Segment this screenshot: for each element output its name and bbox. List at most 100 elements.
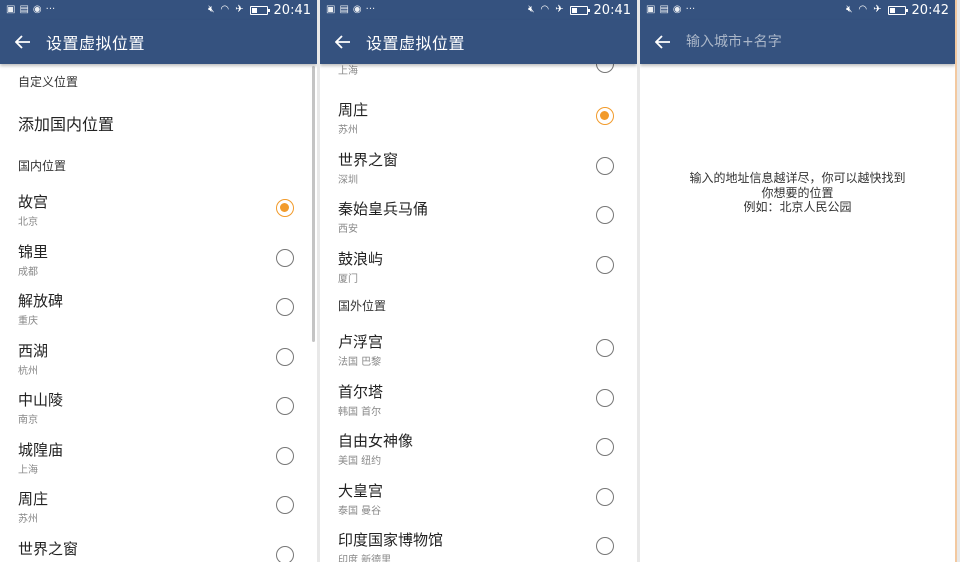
location-item[interactable]: 世界之窗深圳 — [0, 529, 317, 562]
location-item[interactable]: 城隍庙 上海 — [0, 430, 317, 480]
location-radio[interactable] — [596, 438, 614, 456]
location-name: 卢浮宫 — [338, 333, 384, 351]
location-radio[interactable] — [596, 388, 614, 407]
location-radio[interactable] — [276, 397, 294, 415]
location-list: 自定义位置 添加国内位置 国内位置 故宫 北京锦里成都解放碑 重庆 西湖 杭州中山陵南京… — [0, 64, 317, 562]
notification-icon: ▣ — [326, 4, 336, 15]
search-input[interactable] — [686, 34, 936, 50]
location-item[interactable]: 大皇宫 泰国 曼谷 — [320, 471, 637, 521]
page-title: 设置虚拟位置 — [366, 34, 466, 53]
location-radio[interactable] — [276, 545, 294, 562]
location-radio[interactable] — [276, 446, 294, 465]
location-item[interactable]: 故宫 北京 — [0, 182, 317, 232]
status-bar: ▣ ▤ ◉ ··· 🔇︎ ◠ ✈ 20:41 — [0, 0, 317, 20]
location-name: 世界之窗 — [18, 539, 79, 558]
location-name: 中山陵 — [18, 391, 64, 409]
location-radio[interactable] — [596, 156, 614, 175]
section-header-custom: 自定义位置 — [18, 74, 79, 89]
location-item[interactable]: 锦里 成都 — [0, 232, 317, 282]
notification-icon: ▤ — [659, 4, 669, 15]
page-title: 设置虚拟位置 — [46, 34, 146, 53]
location-city: 深圳 — [338, 174, 358, 186]
mute-icon: 🔇︎ — [528, 4, 535, 15]
location-item[interactable]: 自由女神像 美国 纽约 — [320, 421, 637, 471]
wifi-icon: ◠ — [858, 4, 868, 15]
airplane-icon: ✈ — [873, 4, 882, 15]
back-button[interactable] — [640, 20, 686, 64]
search-hint: 输入的地址信息越详尽，你可以越快找到 你想要的位置 例如：北京人民公园 — [640, 171, 955, 215]
location-radio[interactable] — [276, 347, 294, 366]
status-bar: ▣ ▤ ◉ ··· 🔇︎ ◠ ✈ 20:42 — [640, 0, 955, 20]
more-notifications-icon: ··· — [365, 4, 376, 15]
screen-location-list-scrolled: ▣ ▤ ◉ ··· 🔇︎ ◠ ✈ 20:41 设置虚拟位置 上海 周庄 苏州 世… — [320, 0, 637, 562]
location-radio[interactable] — [596, 255, 614, 274]
notification-icon: ▣ — [6, 4, 16, 15]
mute-icon: 🔇︎ — [208, 4, 215, 15]
hint-line: 你想要的位置 — [761, 185, 834, 200]
location-name: 自由女神像 — [338, 432, 414, 450]
scrollbar[interactable] — [312, 66, 315, 342]
hint-example: 例如：北京人民公园 — [743, 200, 852, 214]
location-name: 世界之窗 — [338, 150, 399, 169]
section-header-foreign: 国外位置 — [338, 298, 387, 313]
battery-icon — [569, 5, 590, 15]
mute-icon: 🔇︎ — [846, 4, 853, 15]
app-bar — [640, 20, 955, 64]
location-item[interactable]: 卢浮宫 法国 巴黎 — [320, 322, 637, 372]
location-city: 成都 — [18, 266, 38, 278]
location-name: 周庄 — [18, 490, 49, 508]
location-city: 南京 — [18, 415, 38, 426]
arrow-left-icon — [335, 35, 350, 49]
location-name: 城隍庙 — [18, 440, 64, 459]
wifi-icon: ◠ — [220, 4, 230, 15]
location-city: 北京 — [18, 217, 38, 228]
location-name: 秦始皇兵马俑 — [338, 200, 429, 218]
search-empty-state: 输入的地址信息越详尽，你可以越快找到 你想要的位置 例如：北京人民公园 — [640, 64, 955, 562]
section-header-domestic: 国内位置 — [18, 158, 67, 173]
location-radio[interactable] — [276, 199, 294, 217]
more-notifications-icon: ··· — [45, 4, 56, 15]
location-item[interactable]: 中山陵 南京 — [0, 380, 317, 430]
location-city: 苏州 — [338, 125, 358, 136]
back-button[interactable] — [320, 20, 366, 64]
airplane-icon: ✈ — [235, 4, 244, 15]
add-domestic-location-button[interactable]: 添加国内位置 — [0, 98, 317, 148]
location-radio[interactable] — [276, 248, 294, 267]
back-button[interactable] — [0, 20, 46, 64]
location-item[interactable]: 周庄 苏州 — [320, 90, 637, 140]
location-item[interactable]: 上海 — [320, 64, 637, 90]
notification-icon: ▤ — [339, 4, 349, 15]
location-name: 印度国家博物馆 — [338, 531, 444, 549]
location-radio[interactable] — [596, 64, 614, 73]
location-radio[interactable] — [596, 206, 614, 224]
location-item[interactable]: 印度国家博物馆印度 新德里 — [320, 520, 637, 562]
location-name: 大皇宫 — [338, 481, 384, 500]
location-name: 锦里 — [18, 242, 49, 261]
location-radio[interactable] — [596, 487, 614, 506]
location-city: 韩国 首尔 — [338, 406, 382, 418]
location-radio[interactable] — [596, 339, 614, 357]
location-name: 解放碑 — [18, 292, 64, 310]
location-item[interactable]: 鼓浪屿 厦门 — [320, 239, 637, 289]
location-radio[interactable] — [276, 298, 294, 316]
location-city: 印度 新德里 — [338, 555, 392, 562]
location-item[interactable]: 西湖 杭州 — [0, 331, 317, 381]
location-item[interactable]: 首尔塔 韩国 首尔 — [320, 372, 637, 422]
location-city: 厦门 — [338, 273, 358, 285]
location-item[interactable]: 周庄 苏州 — [0, 479, 317, 529]
location-item[interactable]: 世界之窗深圳 — [320, 140, 637, 190]
battery-icon — [249, 5, 270, 15]
location-radio[interactable] — [596, 537, 614, 555]
location-name: 鼓浪屿 — [338, 249, 384, 268]
notification-icon: ◉ — [352, 4, 362, 15]
more-notifications-icon: ··· — [685, 4, 696, 15]
notification-icon: ▣ — [646, 4, 656, 15]
location-city: 西安 — [338, 224, 358, 235]
location-item[interactable]: 秦始皇兵马俑 西安 — [320, 189, 637, 239]
screen-location-list: ▣ ▤ ◉ ··· 🔇︎ ◠ ✈ 20:41 设置虚拟位置 自定义位置 添加国内… — [0, 0, 317, 562]
wifi-icon: ◠ — [540, 4, 550, 15]
location-radio[interactable] — [596, 107, 614, 125]
location-item[interactable]: 解放碑 重庆 — [0, 281, 317, 331]
notification-icon: ▤ — [19, 4, 29, 15]
location-radio[interactable] — [276, 496, 294, 514]
